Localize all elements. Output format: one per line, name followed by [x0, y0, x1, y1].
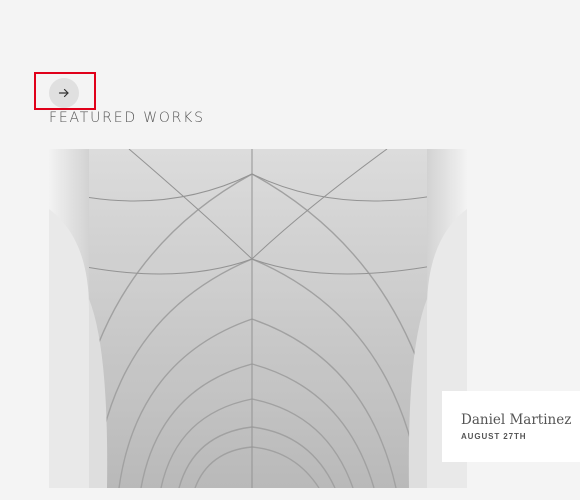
vaulted-ceiling-picture [49, 149, 467, 488]
arrow-right-icon [58, 88, 69, 98]
featured-works-page: FEATURED WORKS Daniel Martinez AUGUST 27… [0, 0, 580, 500]
next-arrow-button[interactable] [49, 78, 79, 108]
featured-work-image[interactable] [49, 149, 467, 488]
work-caption-card[interactable]: Daniel Martinez AUGUST 27TH [442, 391, 580, 462]
work-date: AUGUST 27TH [461, 432, 527, 441]
section-title: FEATURED WORKS [49, 110, 205, 126]
author-name: Daniel Martinez [461, 412, 572, 428]
